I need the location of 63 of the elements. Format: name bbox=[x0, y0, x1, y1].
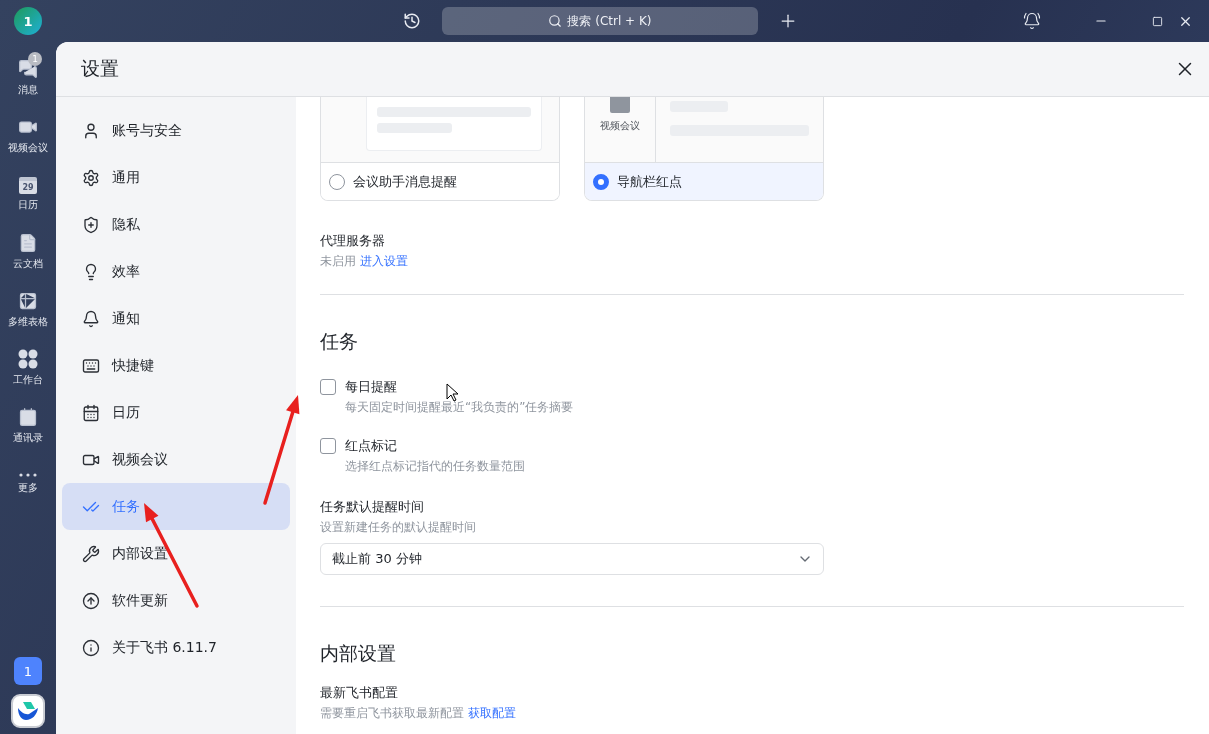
bell-icon bbox=[82, 309, 100, 328]
info-icon bbox=[82, 638, 100, 657]
settings-nav-item[interactable]: 通用 bbox=[62, 154, 290, 201]
unread-badge: 1 bbox=[28, 52, 42, 66]
preview-label: 视频会议 bbox=[600, 119, 640, 133]
fetch-config-link[interactable]: 获取配置 bbox=[467, 706, 516, 720]
reminder-time-select[interactable]: 截止前 30 分钟 bbox=[320, 543, 824, 575]
settings-nav-item[interactable]: 日历 bbox=[62, 389, 290, 436]
rail-item[interactable]: 通讯录 bbox=[0, 397, 56, 455]
option-label: 导航栏红点 bbox=[617, 172, 682, 191]
settings-nav-item[interactable]: 效率 bbox=[62, 248, 290, 295]
rail-item[interactable]: 多维表格 bbox=[0, 281, 56, 339]
wrench-icon bbox=[82, 544, 100, 563]
setting-description: 需要重启飞书获取最新配置 获取配置 bbox=[320, 705, 517, 722]
settings-nav-item[interactable]: 账号与安全 bbox=[62, 107, 290, 154]
settings-nav-item[interactable]: 快捷键 bbox=[62, 342, 290, 389]
document-icon bbox=[18, 233, 38, 253]
app-logo[interactable] bbox=[11, 694, 45, 728]
rail-item[interactable]: 工作台 bbox=[0, 339, 56, 397]
section-heading: 内部设置 bbox=[320, 641, 397, 666]
grid-icon bbox=[18, 349, 38, 369]
option-card[interactable]: 会议助手消息提醒 bbox=[320, 97, 560, 201]
option-description: 选择红点标记指代的任务数量范围 bbox=[344, 458, 526, 475]
rail-item[interactable]: 视频会议 bbox=[0, 107, 56, 165]
option-label: 会议助手消息提醒 bbox=[353, 172, 457, 191]
option-label: 每日提醒 bbox=[345, 378, 397, 396]
settings-nav-item[interactable]: 软件更新 bbox=[62, 577, 290, 624]
settings-nav-item[interactable]: 隐私 bbox=[62, 201, 290, 248]
option-description: 每天固定时间提醒最近“我负责的”任务摘要 bbox=[344, 399, 575, 416]
calendar-icon bbox=[82, 403, 100, 422]
option-card[interactable]: 视频会议 导航栏红点 bbox=[584, 97, 824, 201]
settings-nav-item[interactable]: 视频会议 bbox=[62, 436, 290, 483]
setting-title: 任务默认提醒时间 bbox=[320, 498, 425, 516]
section-heading: 任务 bbox=[320, 329, 359, 354]
rail-item[interactable]: 1 消息 bbox=[0, 49, 56, 107]
table-icon bbox=[18, 291, 38, 311]
user-icon bbox=[82, 121, 100, 140]
rail-item[interactable]: 29 日历 bbox=[0, 165, 56, 223]
more-icon bbox=[19, 473, 37, 477]
account-badge[interactable]: 1 bbox=[14, 657, 42, 685]
rail-item[interactable]: 更多 bbox=[0, 455, 56, 513]
option-label: 红点标记 bbox=[345, 437, 397, 455]
calendar-icon: 29 bbox=[19, 176, 37, 194]
settings-link[interactable]: 进入设置 bbox=[359, 254, 408, 268]
rail-item[interactable]: 云文档 bbox=[0, 223, 56, 281]
setting-status: 未启用 进入设置 bbox=[320, 253, 409, 270]
setting-description: 设置新建任务的默认提醒时间 bbox=[320, 519, 477, 536]
shield-icon bbox=[82, 215, 100, 234]
keyboard-icon bbox=[82, 356, 100, 375]
mouse-cursor-icon bbox=[446, 383, 459, 402]
settings-nav-item[interactable]: 关于飞书 6.11.7 bbox=[62, 624, 290, 671]
radio-button[interactable] bbox=[329, 173, 345, 190]
settings-nav-item[interactable]: 通知 bbox=[62, 295, 290, 342]
checkbox[interactable] bbox=[320, 379, 336, 395]
checkbox[interactable] bbox=[320, 438, 336, 454]
search-icon bbox=[548, 14, 563, 28]
settings-nav-item[interactable]: 内部设置 bbox=[62, 530, 290, 577]
setting-title: 代理服务器 bbox=[320, 232, 386, 250]
radio-button[interactable] bbox=[593, 173, 609, 190]
settings-title: 设置 bbox=[81, 56, 119, 81]
search-field[interactable]: 搜索 (Ctrl + K) bbox=[442, 7, 758, 35]
gear-icon bbox=[82, 168, 100, 187]
setting-title: 最新飞书配置 bbox=[320, 684, 399, 702]
